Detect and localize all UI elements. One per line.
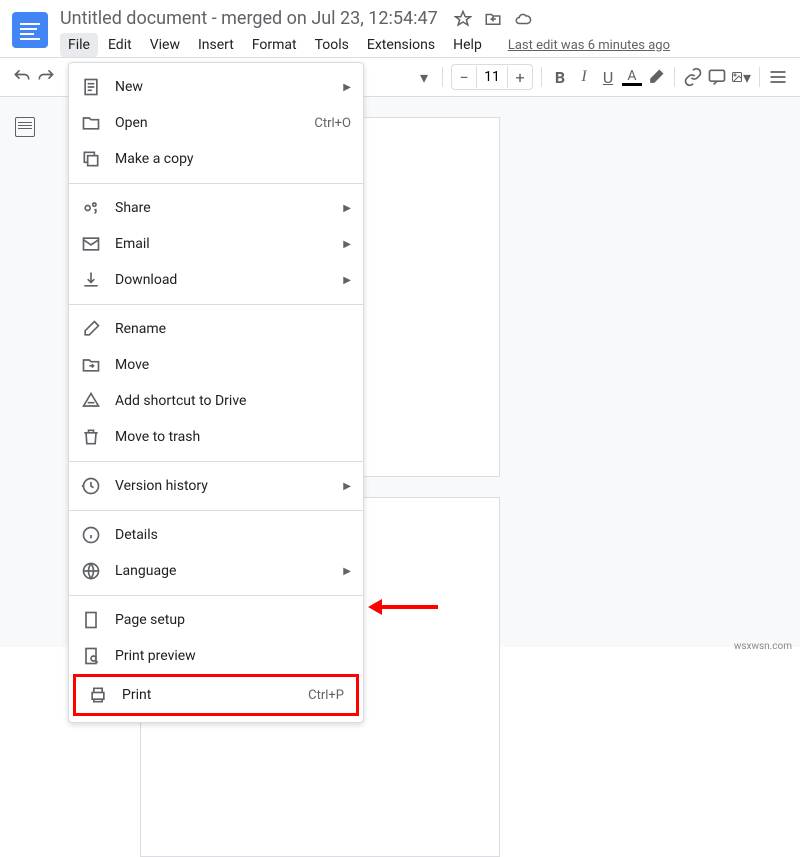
menu-download[interactable]: Download ▶	[69, 262, 363, 298]
link-icon[interactable]	[683, 67, 703, 87]
submenu-arrow-icon: ▶	[343, 566, 351, 577]
document-title[interactable]: Untitled document - merged on Jul 23, 12…	[60, 8, 438, 29]
print-icon	[88, 685, 108, 705]
submenu-arrow-icon: ▶	[343, 481, 351, 492]
menu-extensions[interactable]: Extensions	[359, 33, 443, 57]
menu-file[interactable]: File	[60, 33, 98, 57]
text-color-icon[interactable]: A	[622, 68, 642, 86]
submenu-arrow-icon: ▶	[343, 82, 351, 93]
menubar: File Edit View Insert Format Tools Exten…	[60, 33, 788, 57]
history-icon	[81, 476, 101, 496]
menu-help[interactable]: Help	[445, 33, 490, 57]
folder-icon	[81, 113, 101, 133]
document-icon	[81, 77, 101, 97]
comment-icon[interactable]	[707, 67, 727, 87]
menu-open[interactable]: Open Ctrl+O	[69, 105, 363, 141]
annotation-arrow	[378, 605, 438, 609]
last-edit-link[interactable]: Last edit was 6 minutes ago	[508, 38, 670, 53]
watermark: wsxwsn.com	[734, 641, 792, 652]
menu-page-setup[interactable]: Page setup	[69, 602, 363, 638]
bold-icon[interactable]: B	[550, 67, 570, 87]
email-icon	[81, 234, 101, 254]
page-setup-icon	[81, 610, 101, 630]
share-icon	[81, 198, 101, 218]
menu-insert[interactable]: Insert	[190, 33, 242, 57]
menu-format[interactable]: Format	[244, 33, 305, 57]
submenu-arrow-icon: ▶	[343, 239, 351, 250]
submenu-arrow-icon: ▶	[343, 203, 351, 214]
font-size-increase[interactable]: +	[508, 65, 532, 89]
menu-print-preview[interactable]: Print preview	[69, 638, 363, 674]
move-icon	[81, 355, 101, 375]
docs-logo[interactable]	[12, 12, 48, 48]
font-size-decrease[interactable]: −	[452, 65, 476, 89]
menu-add-shortcut[interactable]: Add shortcut to Drive	[69, 383, 363, 419]
highlight-icon[interactable]	[646, 67, 666, 87]
menu-new[interactable]: New ▶	[69, 69, 363, 105]
star-icon[interactable]	[454, 10, 472, 28]
image-icon[interactable]: ▾	[731, 67, 751, 87]
submenu-arrow-icon: ▶	[343, 275, 351, 286]
menu-language[interactable]: Language ▶	[69, 553, 363, 589]
menu-make-copy[interactable]: Make a copy	[69, 141, 363, 177]
undo-icon[interactable]	[12, 67, 32, 87]
menu-version-history[interactable]: Version history ▶	[69, 468, 363, 504]
copy-icon	[81, 149, 101, 169]
globe-icon	[81, 561, 101, 581]
download-icon	[81, 270, 101, 290]
font-size-value[interactable]: 11	[476, 66, 508, 88]
info-icon	[81, 525, 101, 545]
menu-edit[interactable]: Edit	[100, 33, 140, 57]
drive-shortcut-icon	[81, 391, 101, 411]
menu-print[interactable]: Print Ctrl+P	[73, 674, 359, 716]
menu-rename[interactable]: Rename	[69, 311, 363, 347]
move-folder-icon[interactable]	[484, 10, 502, 28]
menu-trash[interactable]: Move to trash	[69, 419, 363, 455]
align-icon[interactable]	[768, 67, 788, 87]
underline-icon[interactable]: U	[598, 67, 618, 87]
trash-icon	[81, 427, 101, 447]
font-size-control: − 11 +	[451, 64, 533, 90]
menu-share[interactable]: Share ▶	[69, 190, 363, 226]
print-preview-icon	[81, 646, 101, 666]
outline-icon[interactable]	[15, 117, 35, 137]
left-rail	[0, 97, 50, 647]
app-header: Untitled document - merged on Jul 23, 12…	[0, 0, 800, 57]
italic-icon[interactable]: I	[574, 67, 594, 87]
menu-view[interactable]: View	[142, 33, 188, 57]
dropdown-indicator-icon[interactable]: ▾	[414, 67, 434, 87]
file-menu-dropdown: New ▶ Open Ctrl+O Make a copy Share ▶ Em…	[68, 62, 364, 723]
menu-move[interactable]: Move	[69, 347, 363, 383]
menu-details[interactable]: Details	[69, 517, 363, 553]
rename-icon	[81, 319, 101, 339]
redo-icon[interactable]	[36, 67, 56, 87]
menu-tools[interactable]: Tools	[307, 33, 357, 57]
cloud-icon[interactable]	[514, 10, 532, 28]
menu-email[interactable]: Email ▶	[69, 226, 363, 262]
